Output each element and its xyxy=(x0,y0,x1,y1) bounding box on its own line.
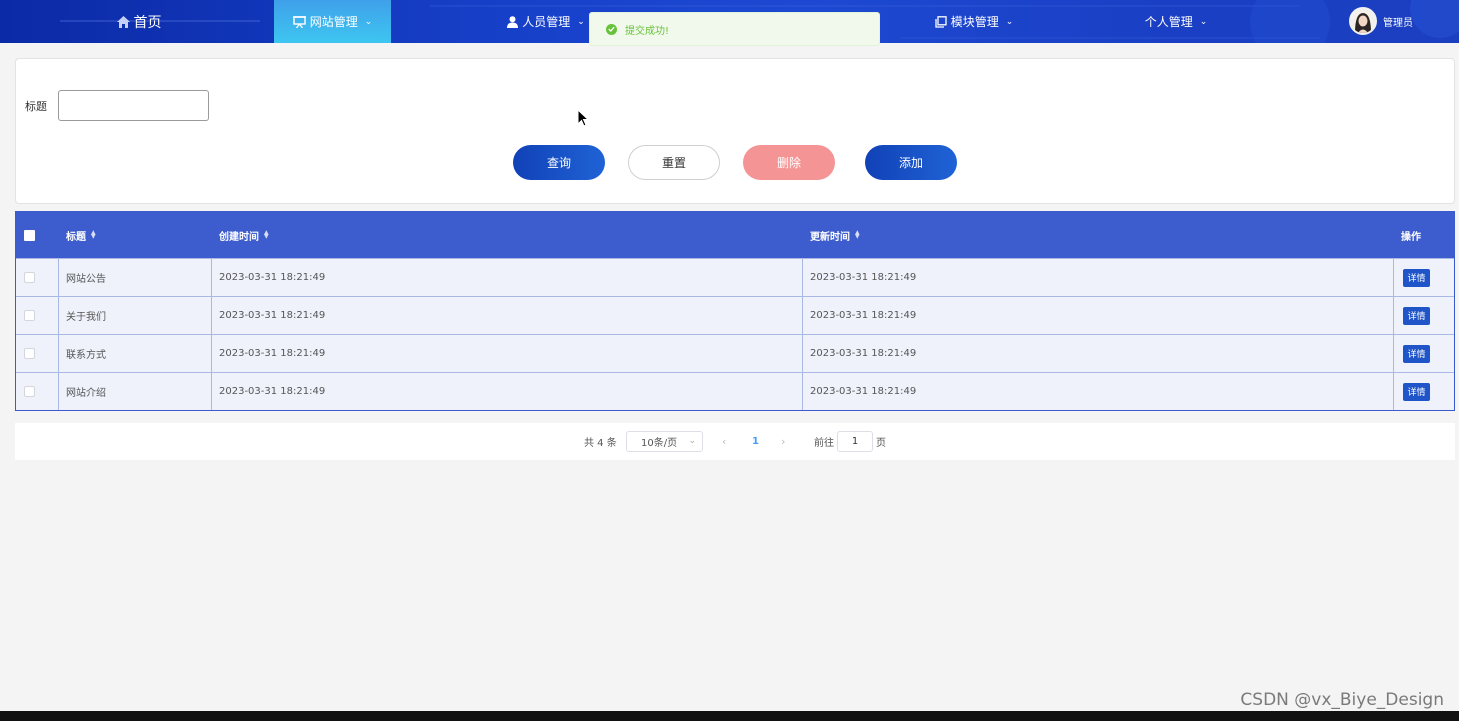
search-panel: 标题 查询 重置 删除 添加 xyxy=(15,58,1455,204)
detail-button[interactable]: 详情 xyxy=(1403,268,1430,287)
nav-module-management[interactable]: 模块管理 ⌄ xyxy=(922,0,1026,43)
detail-button[interactable]: 详情 xyxy=(1403,382,1430,401)
nav-website-management[interactable]: 网站管理 ⌄ xyxy=(274,0,391,43)
table-row[interactable]: 联系方式 2023-03-31 18:21:49 2023-03-31 18:2… xyxy=(16,334,1454,372)
header-title[interactable]: 标题 ▲ ▼ xyxy=(58,212,211,258)
prev-page-icon[interactable]: ‹ xyxy=(722,435,726,448)
header-select-all[interactable] xyxy=(16,212,58,258)
row-checkbox[interactable] xyxy=(24,310,35,321)
table-row[interactable]: 网站介绍 2023-03-31 18:21:49 2023-03-31 18:2… xyxy=(16,372,1454,410)
goto-page-input[interactable] xyxy=(837,431,873,452)
row-checkbox[interactable] xyxy=(24,386,35,397)
cell-title: 关于我们 xyxy=(66,312,106,323)
nav-website-management-label: 网站管理 xyxy=(309,15,358,29)
nav-personal-management[interactable]: 个人管理 ⌄ xyxy=(1134,0,1218,43)
detail-button[interactable]: 详情 xyxy=(1403,306,1430,325)
column-divider xyxy=(211,258,212,410)
data-table: 标题 ▲ ▼ 创建时间 ▲ ▼ 更新时间 ▲ ▼ 操作 网站公告 2023-03-31… xyxy=(15,211,1455,411)
total-count: 共 4 条 xyxy=(584,438,617,449)
column-divider xyxy=(1393,258,1394,410)
table-row[interactable]: 网站公告 2023-03-31 18:21:49 2023-03-31 18:2… xyxy=(16,258,1454,296)
page-size-value: 10条/页 xyxy=(641,438,678,449)
mouse-cursor-icon xyxy=(577,109,589,127)
cell-title: 联系方式 xyxy=(66,350,106,361)
cell-created: 2023-03-31 18:21:49 xyxy=(219,310,326,321)
page-number-current[interactable]: 1 xyxy=(752,436,759,447)
header-title-label: 标题 xyxy=(66,231,86,243)
row-checkbox[interactable] xyxy=(24,272,35,283)
sort-icon[interactable]: ▲ ▼ xyxy=(91,230,96,240)
next-page-icon[interactable]: › xyxy=(781,435,785,448)
chevron-down-icon: ⌄ xyxy=(1199,16,1208,27)
nav-home-label: 首页 xyxy=(133,14,162,31)
user-name: 管理员 xyxy=(1383,17,1413,29)
header-action-label: 操作 xyxy=(1401,231,1421,243)
cell-created: 2023-03-31 18:21:49 xyxy=(219,272,326,283)
presentation-icon xyxy=(292,15,306,28)
cell-updated: 2023-03-31 18:21:49 xyxy=(810,272,917,283)
title-search-input[interactable] xyxy=(58,90,209,121)
avatar[interactable] xyxy=(1349,7,1377,35)
watermark: CSDN @vx_Biye_Design xyxy=(1240,690,1444,710)
row-checkbox[interactable] xyxy=(24,348,35,359)
delete-button[interactable]: 删除 xyxy=(743,145,835,180)
nav-staff-management-label: 人员管理 xyxy=(522,15,571,29)
detail-button[interactable]: 详情 xyxy=(1403,344,1430,363)
success-toast: 提交成功! xyxy=(589,12,880,46)
column-divider xyxy=(802,258,803,410)
nav-staff-management[interactable]: 人员管理 ⌄ xyxy=(496,0,596,43)
toast-message: 提交成功! xyxy=(625,25,670,37)
bottom-bar xyxy=(0,711,1459,721)
reset-button[interactable]: 重置 xyxy=(628,145,720,180)
title-label: 标题 xyxy=(25,100,47,113)
chevron-down-icon: ⌄ xyxy=(577,16,585,27)
chevron-down-icon: ⌄ xyxy=(1005,16,1014,27)
table-row[interactable]: 关于我们 2023-03-31 18:21:49 2023-03-31 18:2… xyxy=(16,296,1454,334)
add-button[interactable]: 添加 xyxy=(865,145,957,180)
cell-created: 2023-03-31 18:21:49 xyxy=(219,348,326,359)
query-button[interactable]: 查询 xyxy=(513,145,605,180)
header-action: 操作 xyxy=(1393,212,1454,258)
chevron-down-icon: ⌄ xyxy=(688,436,696,446)
chevron-down-icon: ⌄ xyxy=(364,16,373,27)
cell-title: 网站介绍 xyxy=(66,388,106,399)
user-icon xyxy=(507,15,519,28)
page-suffix: 页 xyxy=(876,438,886,449)
cell-updated: 2023-03-31 18:21:49 xyxy=(810,386,917,397)
nav-personal-management-label: 个人管理 xyxy=(1144,15,1193,29)
header-updated-time[interactable]: 更新时间 ▲ ▼ xyxy=(802,212,1393,258)
cell-updated: 2023-03-31 18:21:49 xyxy=(810,310,917,321)
user-menu[interactable]: 管理员 xyxy=(1349,6,1413,36)
home-icon xyxy=(116,15,130,28)
header-created-label: 创建时间 xyxy=(219,231,259,243)
select-all-checkbox[interactable] xyxy=(24,229,35,241)
table-header: 标题 ▲ ▼ 创建时间 ▲ ▼ 更新时间 ▲ ▼ 操作 xyxy=(16,212,1454,258)
goto-label: 前往 xyxy=(814,438,834,449)
nav-module-management-label: 模块管理 xyxy=(950,15,999,29)
header-updated-label: 更新时间 xyxy=(810,231,850,243)
pagination: 共 4 条 10条/页 ⌄ ‹ 1 › 前往 页 xyxy=(15,423,1455,460)
avatar-portrait-icon xyxy=(1351,9,1375,33)
page-size-select[interactable]: 10条/页 ⌄ xyxy=(626,431,703,452)
cell-updated: 2023-03-31 18:21:49 xyxy=(810,348,917,359)
header-created-time[interactable]: 创建时间 ▲ ▼ xyxy=(211,212,802,258)
column-divider xyxy=(58,258,59,410)
nav-home[interactable]: 首页 xyxy=(100,0,178,43)
copy-icon xyxy=(935,15,947,28)
cell-created: 2023-03-31 18:21:49 xyxy=(219,386,326,397)
check-circle-icon xyxy=(606,23,617,35)
sort-icon[interactable]: ▲ ▼ xyxy=(855,230,860,240)
sort-icon[interactable]: ▲ ▼ xyxy=(264,230,269,240)
cell-title: 网站公告 xyxy=(66,274,106,285)
